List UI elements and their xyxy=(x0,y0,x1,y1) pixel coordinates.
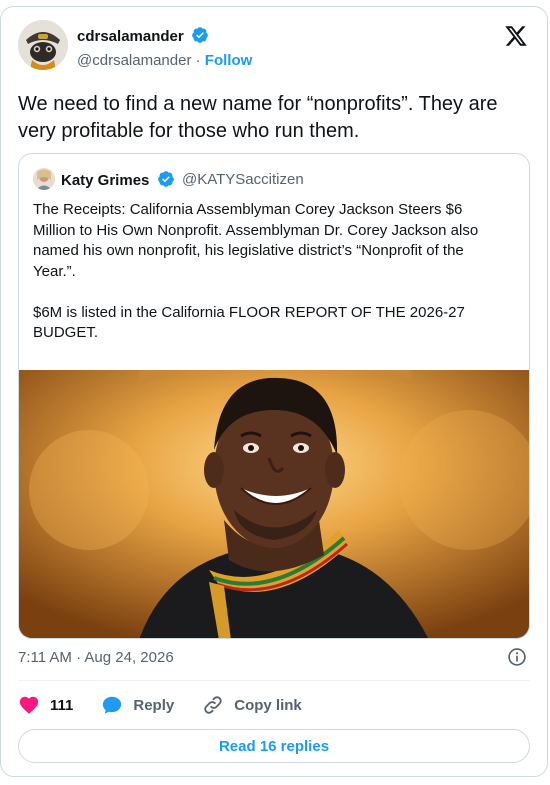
tweet-timestamp[interactable]: 7:11 AM · Aug 24, 2026 xyxy=(18,649,174,666)
handle-separator: · xyxy=(195,52,201,69)
like-count: 111 xyxy=(50,696,74,714)
action-bar: 111 Reply Copy link xyxy=(18,691,330,719)
tweet-card: cdrsalamander @cdrsalamander · Follow We… xyxy=(0,6,548,777)
link-icon xyxy=(204,696,222,714)
copy-link-button[interactable]: Copy link xyxy=(202,694,302,716)
quoted-author-avatar xyxy=(33,168,55,190)
like-button[interactable]: 111 xyxy=(18,694,73,716)
author-avatar[interactable] xyxy=(18,20,68,70)
quoted-author-name-text: Katy Grimes xyxy=(61,172,150,189)
read-replies-button[interactable]: Read 16 replies xyxy=(18,729,530,763)
author-handle-row: @cdrsalamander · Follow xyxy=(77,52,252,69)
quoted-author-name: Katy Grimes xyxy=(61,170,175,189)
reply-button[interactable]: Reply xyxy=(101,694,174,716)
tweet-text: We need to find a new name for “nonprofi… xyxy=(18,93,498,142)
x-logo-icon[interactable] xyxy=(504,24,528,48)
reply-label: Reply xyxy=(133,696,175,714)
copy-link-label: Copy link xyxy=(234,696,302,714)
quoted-author-handle: @KATYSaccitizen xyxy=(182,171,304,188)
quoted-tweet-photo[interactable] xyxy=(19,370,529,638)
author-name-text[interactable]: cdrsalamander xyxy=(77,28,184,45)
follow-button[interactable]: Follow xyxy=(205,52,253,69)
quoted-tweet[interactable]: Katy Grimes @KATYSaccitizen The Receipts… xyxy=(18,153,530,639)
quoted-tweet-text: The Receipts: California Assemblyman Cor… xyxy=(33,201,479,341)
heart-icon xyxy=(19,696,39,714)
divider xyxy=(18,680,530,681)
verified-badge-icon xyxy=(157,171,174,187)
info-icon[interactable] xyxy=(507,647,527,667)
verified-badge-icon xyxy=(192,27,208,43)
author-handle[interactable]: @cdrsalamander xyxy=(77,52,191,69)
reply-bubble-icon xyxy=(103,696,122,714)
author-name[interactable]: cdrsalamander xyxy=(77,26,209,45)
